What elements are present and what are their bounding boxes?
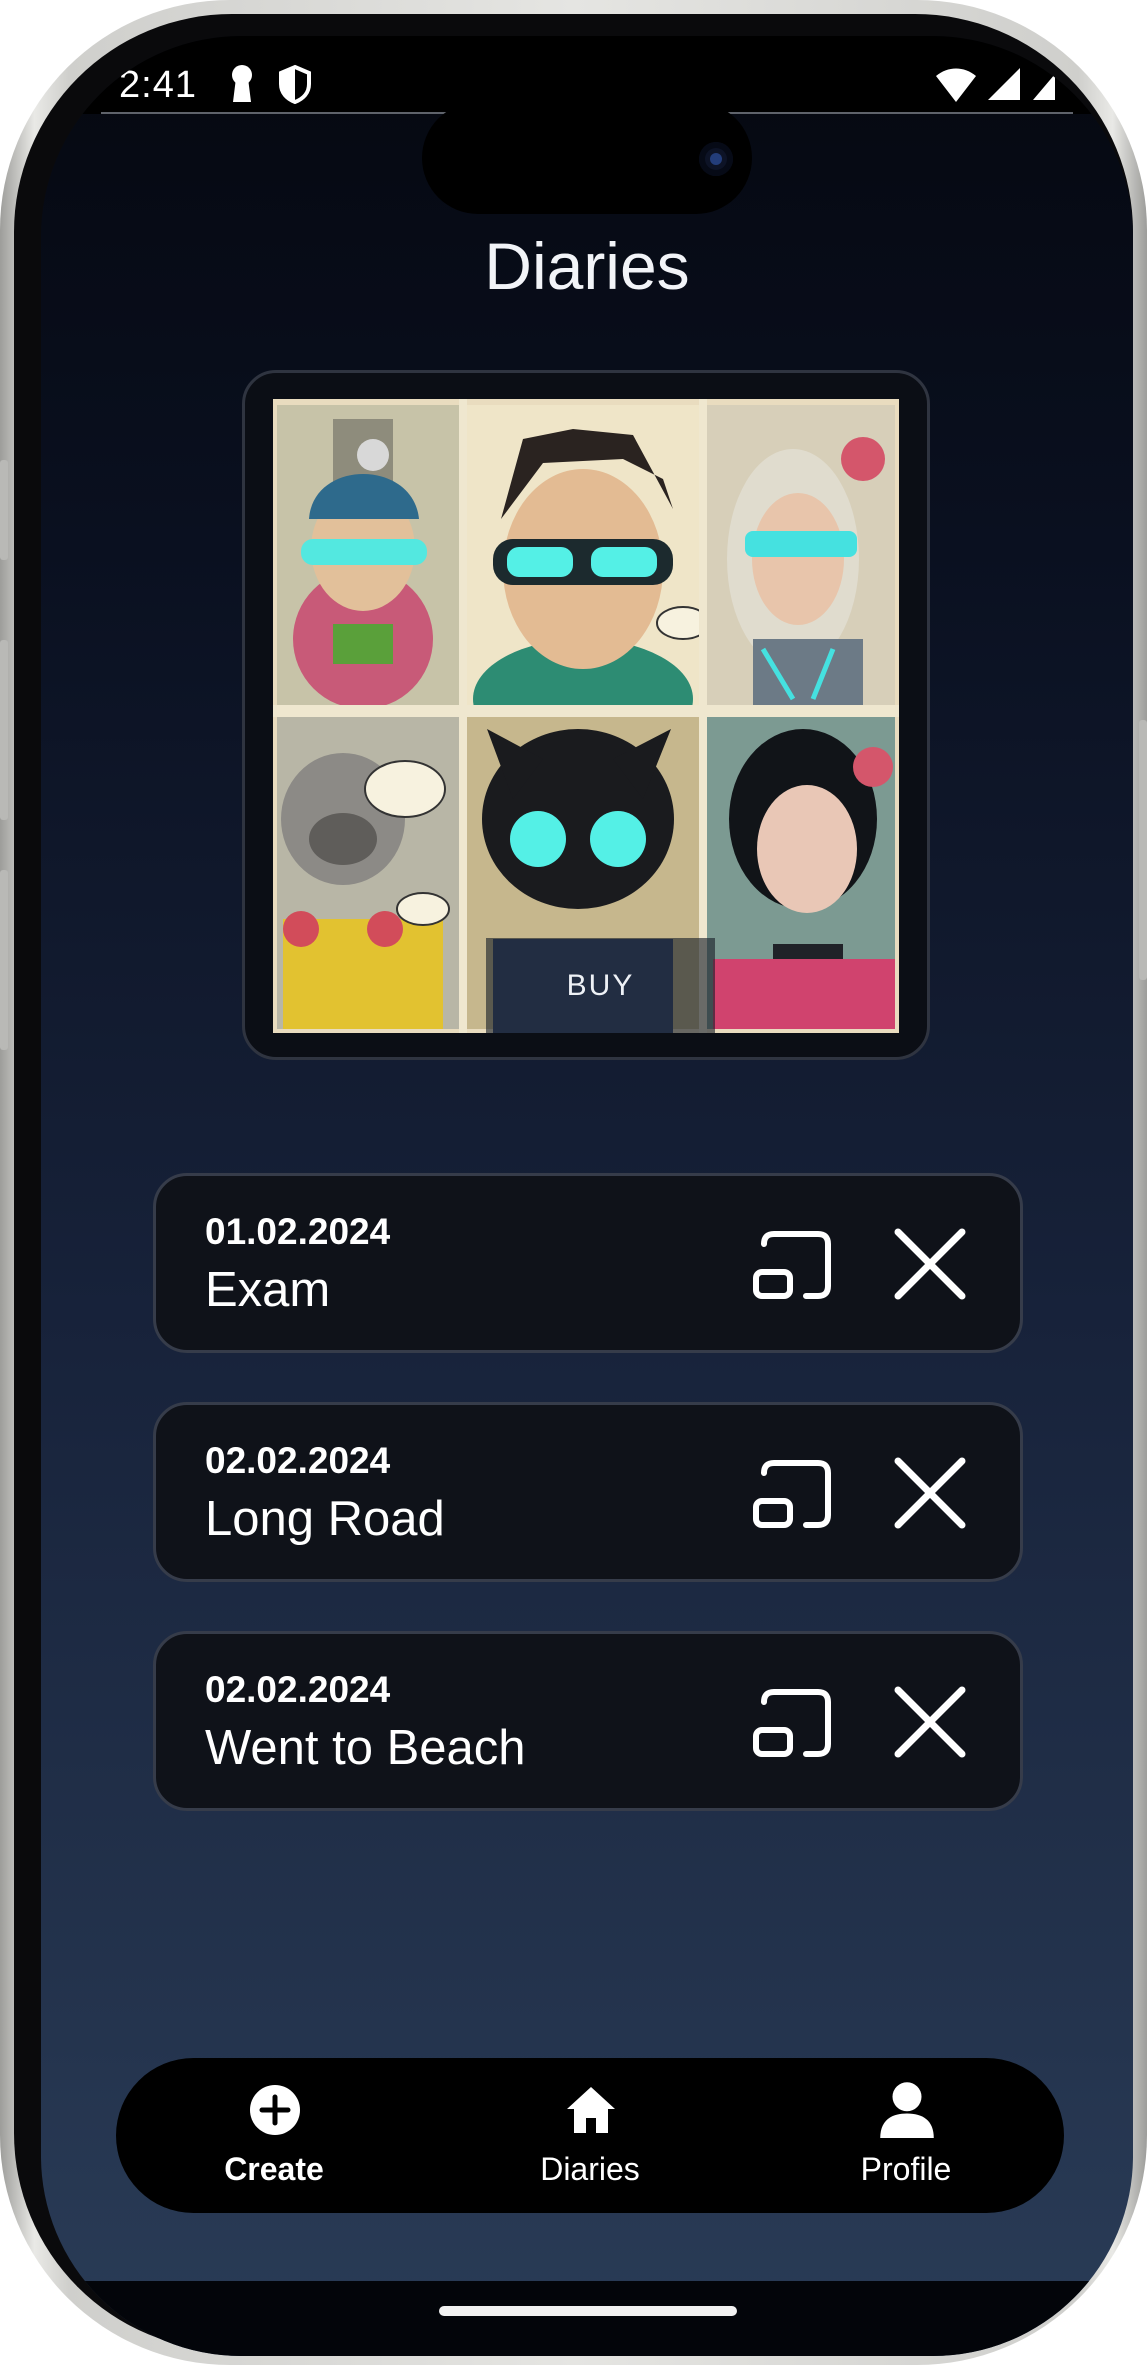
close-icon[interactable]	[888, 1222, 972, 1306]
nav-label-create: Create	[224, 2151, 324, 2187]
diary-entry-card[interactable]: 02.02.2024 Long Road	[153, 1402, 1023, 1582]
keyhole-icon	[232, 65, 252, 102]
status-time: 2:41	[119, 64, 197, 106]
plus-circle-icon	[250, 2085, 300, 2135]
diary-entry-card[interactable]: 01.02.2024 Exam	[153, 1173, 1023, 1353]
entry-date: 01.02.2024	[205, 1211, 391, 1252]
bottom-safe-area	[41, 2281, 1133, 2356]
close-icon[interactable]	[888, 1680, 972, 1764]
buy-button[interactable]: BUY	[486, 938, 715, 1033]
home-icon	[567, 2087, 615, 2133]
diary-entry-card[interactable]: 02.02.2024 Went to Beach	[153, 1631, 1023, 1811]
cellular-signal-icon	[988, 68, 1020, 100]
wifi-icon	[936, 68, 976, 102]
person-icon	[880, 2082, 934, 2138]
page-title: Diaries	[484, 229, 690, 303]
nav-label-profile: Profile	[860, 2151, 952, 2187]
entry-date: 02.02.2024	[205, 1440, 391, 1481]
front-camera	[699, 142, 733, 176]
bottom-nav-bar: Create Diaries Profile	[116, 2058, 1064, 2213]
shield-icon	[279, 64, 311, 104]
home-indicator[interactable]	[439, 2306, 737, 2316]
cast-open-icon[interactable]	[748, 1222, 832, 1306]
app-screen: 2:41 Diaries BUY 01.02.2024 Exam 02.02.2…	[41, 36, 1133, 2356]
entry-title: Exam	[205, 1263, 331, 1317]
volume-up-button	[0, 640, 8, 820]
phone-bezel: 2:41 Diaries BUY 01.02.2024 Exam 02.02.2…	[14, 14, 1133, 2356]
battery-icon	[1033, 74, 1055, 100]
nav-item-create[interactable]: Create	[116, 2058, 432, 2213]
nav-label-diaries: Diaries	[540, 2151, 640, 2187]
phone-frame: 2:41 Diaries BUY 01.02.2024 Exam 02.02.2…	[0, 0, 1147, 2365]
power-button	[1139, 720, 1147, 980]
entry-date: 02.02.2024	[205, 1669, 391, 1710]
product-card[interactable]: BUY	[242, 370, 930, 1060]
nav-item-profile[interactable]: Profile	[748, 2058, 1064, 2213]
action-button	[0, 460, 8, 560]
close-icon[interactable]	[888, 1451, 972, 1535]
cast-open-icon[interactable]	[748, 1451, 832, 1535]
nav-item-diaries[interactable]: Diaries	[432, 2058, 748, 2213]
volume-down-button	[0, 870, 8, 1050]
cast-open-icon[interactable]	[748, 1680, 832, 1764]
entry-title: Long Road	[205, 1492, 445, 1546]
entry-title: Went to Beach	[205, 1721, 526, 1775]
